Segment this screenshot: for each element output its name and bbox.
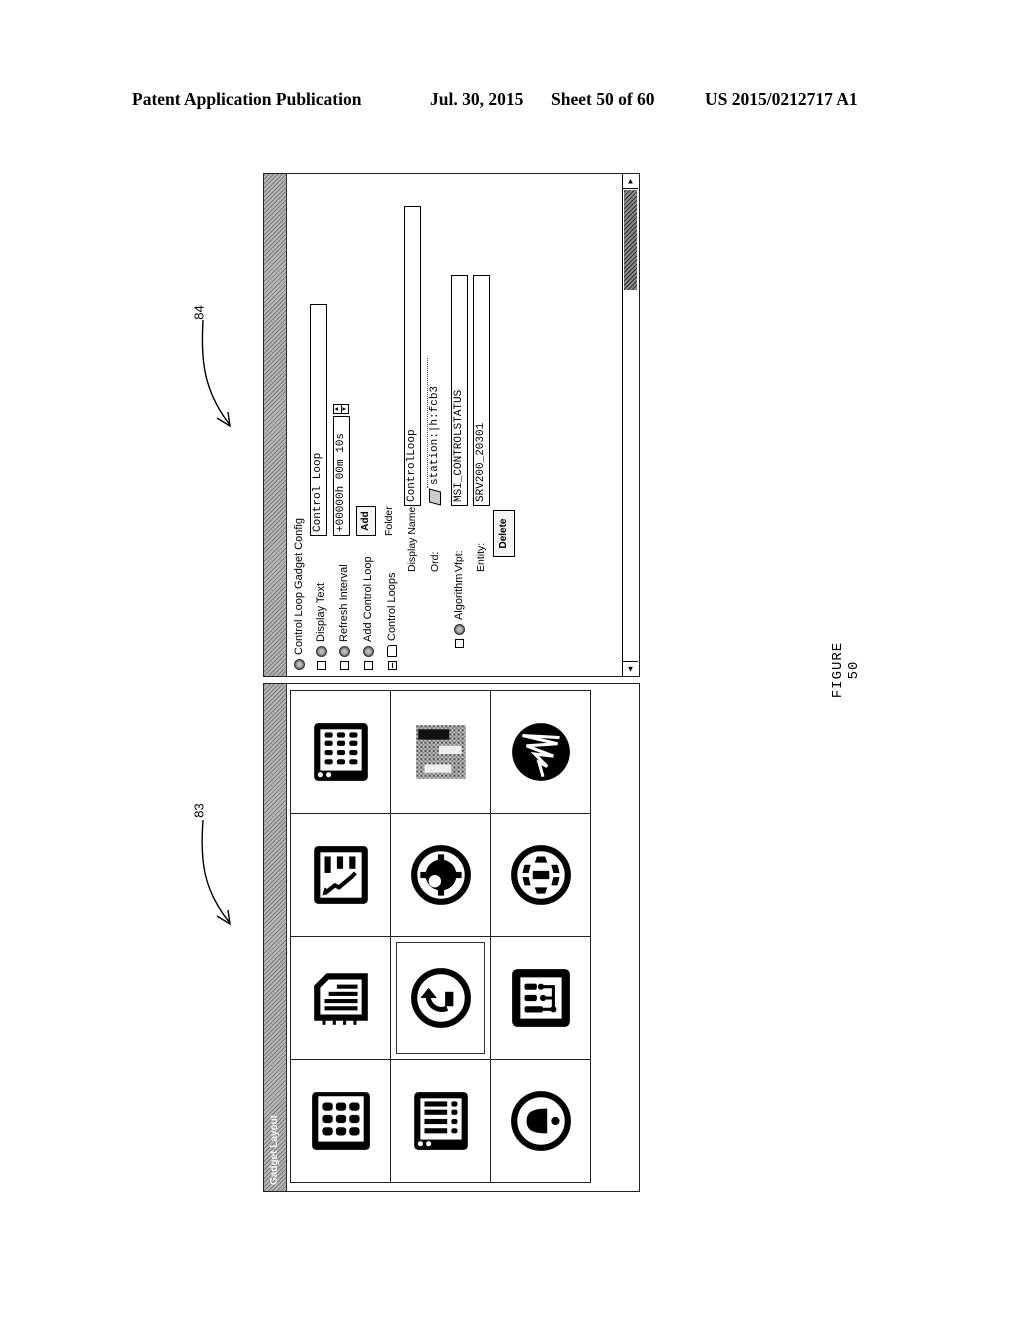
gadget-cell[interactable] [291,813,391,936]
action-icon [362,646,374,657]
gadget-cell-selected[interactable] [391,936,491,1059]
ref-numeral-84: 84 [191,305,207,320]
tree-item-add-control-loop[interactable]: Add Control Loop [360,556,376,670]
refresh-interval-field[interactable]: +00000h 00m 10s [333,416,350,536]
gadget-layout-panel: Gadget Layout [263,683,640,1192]
tree-item-display-text[interactable]: Display Text [313,583,329,670]
figure-label: FIGURE 50 [830,641,862,699]
add-control-loop-button[interactable]: Add [356,506,376,536]
ord-field[interactable]: station:|h:fcb3 [427,358,444,488]
ref-arrow-84 [201,319,231,428]
entity-label: Entity: [475,542,487,572]
tree-item-label: Add Control Loop [362,556,374,642]
tree-item-label: Algorithm [453,573,465,620]
tree-item-control-loops[interactable]: Control Loops [384,572,400,670]
gadget-cell[interactable] [491,690,591,813]
entity-field[interactable]: SRV200_20301 [473,275,490,506]
gadget-title-bar[interactable]: Gadget Layout [264,684,287,1191]
property-icon [338,646,350,657]
tree-item-algorithm[interactable]: Algorithm [451,574,467,648]
gadget-cell[interactable] [391,1059,491,1182]
gadget-title: Gadget Layout [269,1114,280,1185]
control-loop-config-panel: Control Loop Gadget Config Display Text … [263,173,640,677]
sheet-number: Sheet 50 of 60 [551,89,655,109]
config-node-icon [293,659,305,670]
scroll-down-button[interactable]: ▼ [623,661,638,676]
arrow-icon: ▼ [626,664,635,674]
tree-root-label: Control Loop Gadget Config [293,518,305,655]
tree-item-label: Refresh Interval [338,564,350,642]
waveform-icon [511,723,570,781]
tree-item-label: Control Loops [386,572,398,642]
publication-label: Patent Application Publication [132,89,362,109]
arrow-icon: ▲ [626,176,635,186]
checkbox[interactable] [316,661,326,670]
alarm-bell-icon [510,1091,571,1151]
ord-label: Ord: [429,551,441,572]
ord-chooser-icon[interactable] [429,488,441,506]
scroll-thumb[interactable] [624,190,637,290]
property-icon [315,646,327,657]
refresh-interval-spinner[interactable]: ▲ ▼ [333,404,349,414]
vfpt-label: Vfpt: [453,550,465,572]
display-text-field[interactable]: Control Loop [310,304,327,536]
algorithm-icon [453,624,465,635]
keypad-grid-icon [313,723,368,781]
vertical-bars-icon [413,1092,468,1150]
checkbox[interactable] [363,661,373,670]
config-scrollbar[interactable]: ▼ ▲ [622,174,639,676]
display-name-label: Display Name: [406,503,418,572]
gadget-cell[interactable] [291,936,391,1059]
gadget-cell[interactable] [491,936,591,1059]
gadget-cell[interactable] [491,1059,591,1182]
delete-button[interactable]: Delete [493,510,515,557]
scroll-up-button[interactable]: ▲ [623,174,638,189]
refresh-arrow-icon [410,968,471,1028]
gear-wrench-icon [410,845,471,905]
gadget-grid [290,690,591,1183]
patent-number: US 2015/0212717 A1 [705,89,858,109]
circuit-board-icon [511,969,570,1027]
folder-icon [387,645,397,657]
publication-date: Jul. 30, 2015 [430,89,524,109]
expand-toggle[interactable] [387,661,397,670]
grid-table-icon [311,1092,370,1150]
ref-numeral-83: 83 [191,803,207,818]
checkbox[interactable] [339,661,349,670]
tree-item-label: Display Text [315,582,327,642]
gadget-cell[interactable] [391,690,491,813]
checkbox[interactable] [454,639,464,648]
tree-root[interactable]: Control Loop Gadget Config [291,518,307,670]
vfpt-field[interactable]: MSI_CONTROLSTATUS [451,275,468,506]
gadget-cell[interactable] [291,690,391,813]
tree-item-refresh-interval[interactable]: Refresh Interval [336,564,352,670]
folder-label: Folder [383,506,395,536]
ref-arrow-83 [201,819,231,926]
config-title-bar[interactable] [264,174,287,676]
display-name-field[interactable]: ControlLoop [404,206,421,506]
gadget-cell[interactable] [391,813,491,936]
camera-thumbnail-icon [415,725,466,779]
gadget-cell[interactable] [291,1059,391,1182]
notebook-document-icon [313,973,368,1025]
gadget-cell[interactable] [491,813,591,936]
trend-chart-icon [313,846,368,904]
globe-icon [510,845,571,905]
